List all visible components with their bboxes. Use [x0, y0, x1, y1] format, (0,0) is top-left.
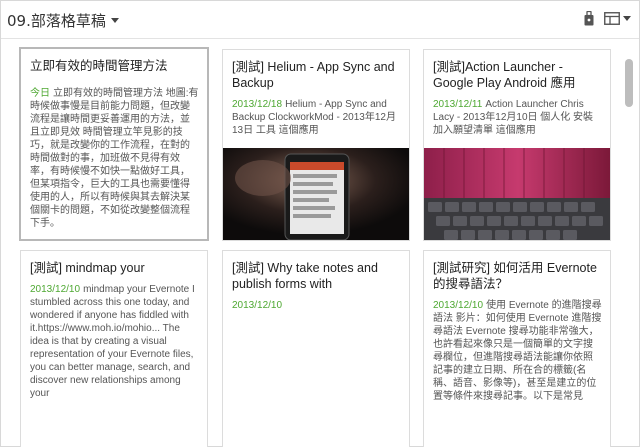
note-snippet-text: 立即有效的時間管理方法 地圖:有時候做事慢是目前能力問題，但改變流程是讓時間更妥…	[30, 88, 199, 229]
evernote-note-list-window: 09.部落格草稿 立即有效的時間管理方法 今日 立即有效的時間管理方法 地圖:有…	[0, 0, 640, 447]
note-title: [測試] Why take notes and publish forms wi…	[232, 261, 378, 291]
vertical-scrollbar[interactable]	[625, 45, 633, 445]
note-snippet: 2013/12/18 Helium - App Sync and Backup C…	[232, 98, 401, 142]
note-card[interactable]: [測試] Helium - App Sync and Backup 2013/1…	[222, 49, 410, 241]
note-title: [測試]Action Launcher - Google Play Androi…	[433, 60, 576, 90]
header-actions	[584, 11, 631, 26]
note-card[interactable]: [測試]Action Launcher - Google Play Androi…	[423, 49, 611, 241]
note-thumbnail	[424, 148, 610, 240]
note-snippet: 今日 立即有效的時間管理方法 地圖:有時候做事慢是目前能力問題，但改變流程是讓時間…	[30, 87, 199, 237]
note-date: 2013/12/10	[30, 284, 81, 295]
note-snippet: 2013/12/10 mindmap your Evernote I stumbl…	[30, 283, 199, 447]
chevron-down-icon	[623, 16, 631, 21]
note-snippet-text: mindmap your Evernote I stumbled across …	[30, 284, 195, 399]
note-date: 今日	[30, 88, 50, 99]
notebook-header: 09.部落格草稿	[1, 1, 639, 39]
note-snippet-text: 使用 Evernote 的進階搜尋語法 影片：如何使用 Evernote 進階搜…	[433, 300, 602, 402]
reminder-icon[interactable]	[584, 11, 594, 26]
chevron-down-icon	[110, 18, 119, 23]
note-title: 立即有效的時間管理方法	[30, 59, 168, 73]
note-title: [測試研究] 如何活用 Evernote 的搜尋語法？	[433, 261, 597, 291]
note-card[interactable]: [測試] mindmap your 2013/12/10 mindmap your…	[20, 250, 208, 447]
note-snippet: 2013/12/10 使用 Evernote 的進階搜尋語法 影片：如何使用 Ev…	[433, 299, 602, 447]
scrollbar-thumb[interactable]	[625, 59, 633, 107]
note-thumbnail	[223, 148, 409, 240]
notebook-title: 09.部落格草稿	[7, 12, 106, 30]
note-card-grid: 立即有效的時間管理方法 今日 立即有效的時間管理方法 地圖:有時候做事慢是目前能力…	[13, 41, 621, 447]
note-card[interactable]: [測試研究] 如何活用 Evernote 的搜尋語法？ 2013/12/10 使用…	[423, 250, 611, 447]
note-date: 2013/12/18	[232, 99, 283, 110]
note-date: 2013/12/11	[433, 99, 483, 110]
tablet-keyboard-image	[424, 148, 610, 240]
note-title: [測試] Helium - App Sync and Backup	[232, 60, 395, 90]
card-view-icon	[604, 12, 620, 25]
note-date: 2013/12/10	[433, 300, 484, 311]
note-card[interactable]: [測試] Why take notes and publish forms wi…	[222, 250, 410, 447]
note-date: 2013/12/10	[232, 300, 283, 311]
notebook-selector[interactable]: 09.部落格草稿	[7, 10, 119, 31]
note-snippet: 2013/12/11 Action Launcher Chris Lacy - 2…	[433, 98, 602, 142]
view-options-button[interactable]	[604, 12, 631, 25]
phone-screenshot-image	[223, 148, 409, 240]
note-card[interactable]: 立即有效的時間管理方法 今日 立即有效的時間管理方法 地圖:有時候做事慢是目前能力…	[19, 47, 209, 241]
note-title: [測試] mindmap your	[30, 261, 145, 275]
note-snippet: 2013/12/10	[232, 299, 401, 339]
